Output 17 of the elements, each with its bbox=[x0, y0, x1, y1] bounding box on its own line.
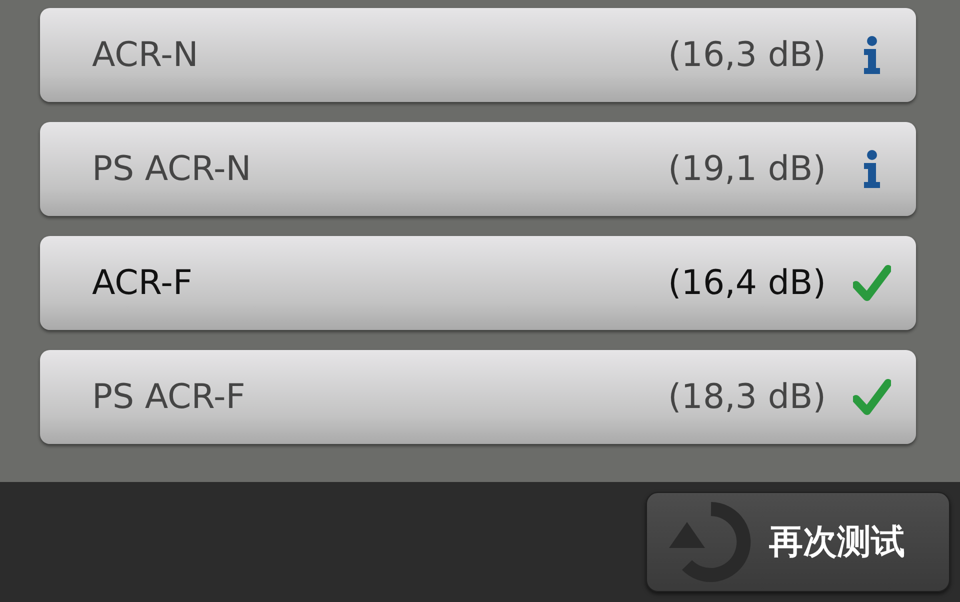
test-value: (16,3 dB) bbox=[667, 35, 826, 75]
test-name: ACR-F bbox=[92, 263, 194, 303]
test-value: (18,3 dB) bbox=[667, 377, 826, 417]
result-row[interactable]: PS ACR-N (19,1 dB) bbox=[40, 122, 916, 216]
test-name: PS ACR-F bbox=[92, 377, 246, 417]
info-icon bbox=[862, 150, 882, 188]
result-row[interactable]: ACR-F (16,4 dB) bbox=[40, 236, 916, 330]
check-icon bbox=[853, 265, 891, 301]
test-name: ACR-N bbox=[92, 35, 200, 75]
result-row[interactable]: ACR-N (16,3 dB) bbox=[40, 8, 916, 102]
test-value: (19,1 dB) bbox=[667, 149, 826, 189]
result-row[interactable]: PS ACR-F (18,3 dB) bbox=[40, 350, 916, 444]
retest-button[interactable]: 再次测试 bbox=[646, 492, 950, 592]
test-value: (16,4 dB) bbox=[667, 263, 826, 303]
info-icon bbox=[862, 36, 882, 74]
test-name: PS ACR-N bbox=[92, 149, 252, 189]
check-icon bbox=[853, 379, 891, 415]
